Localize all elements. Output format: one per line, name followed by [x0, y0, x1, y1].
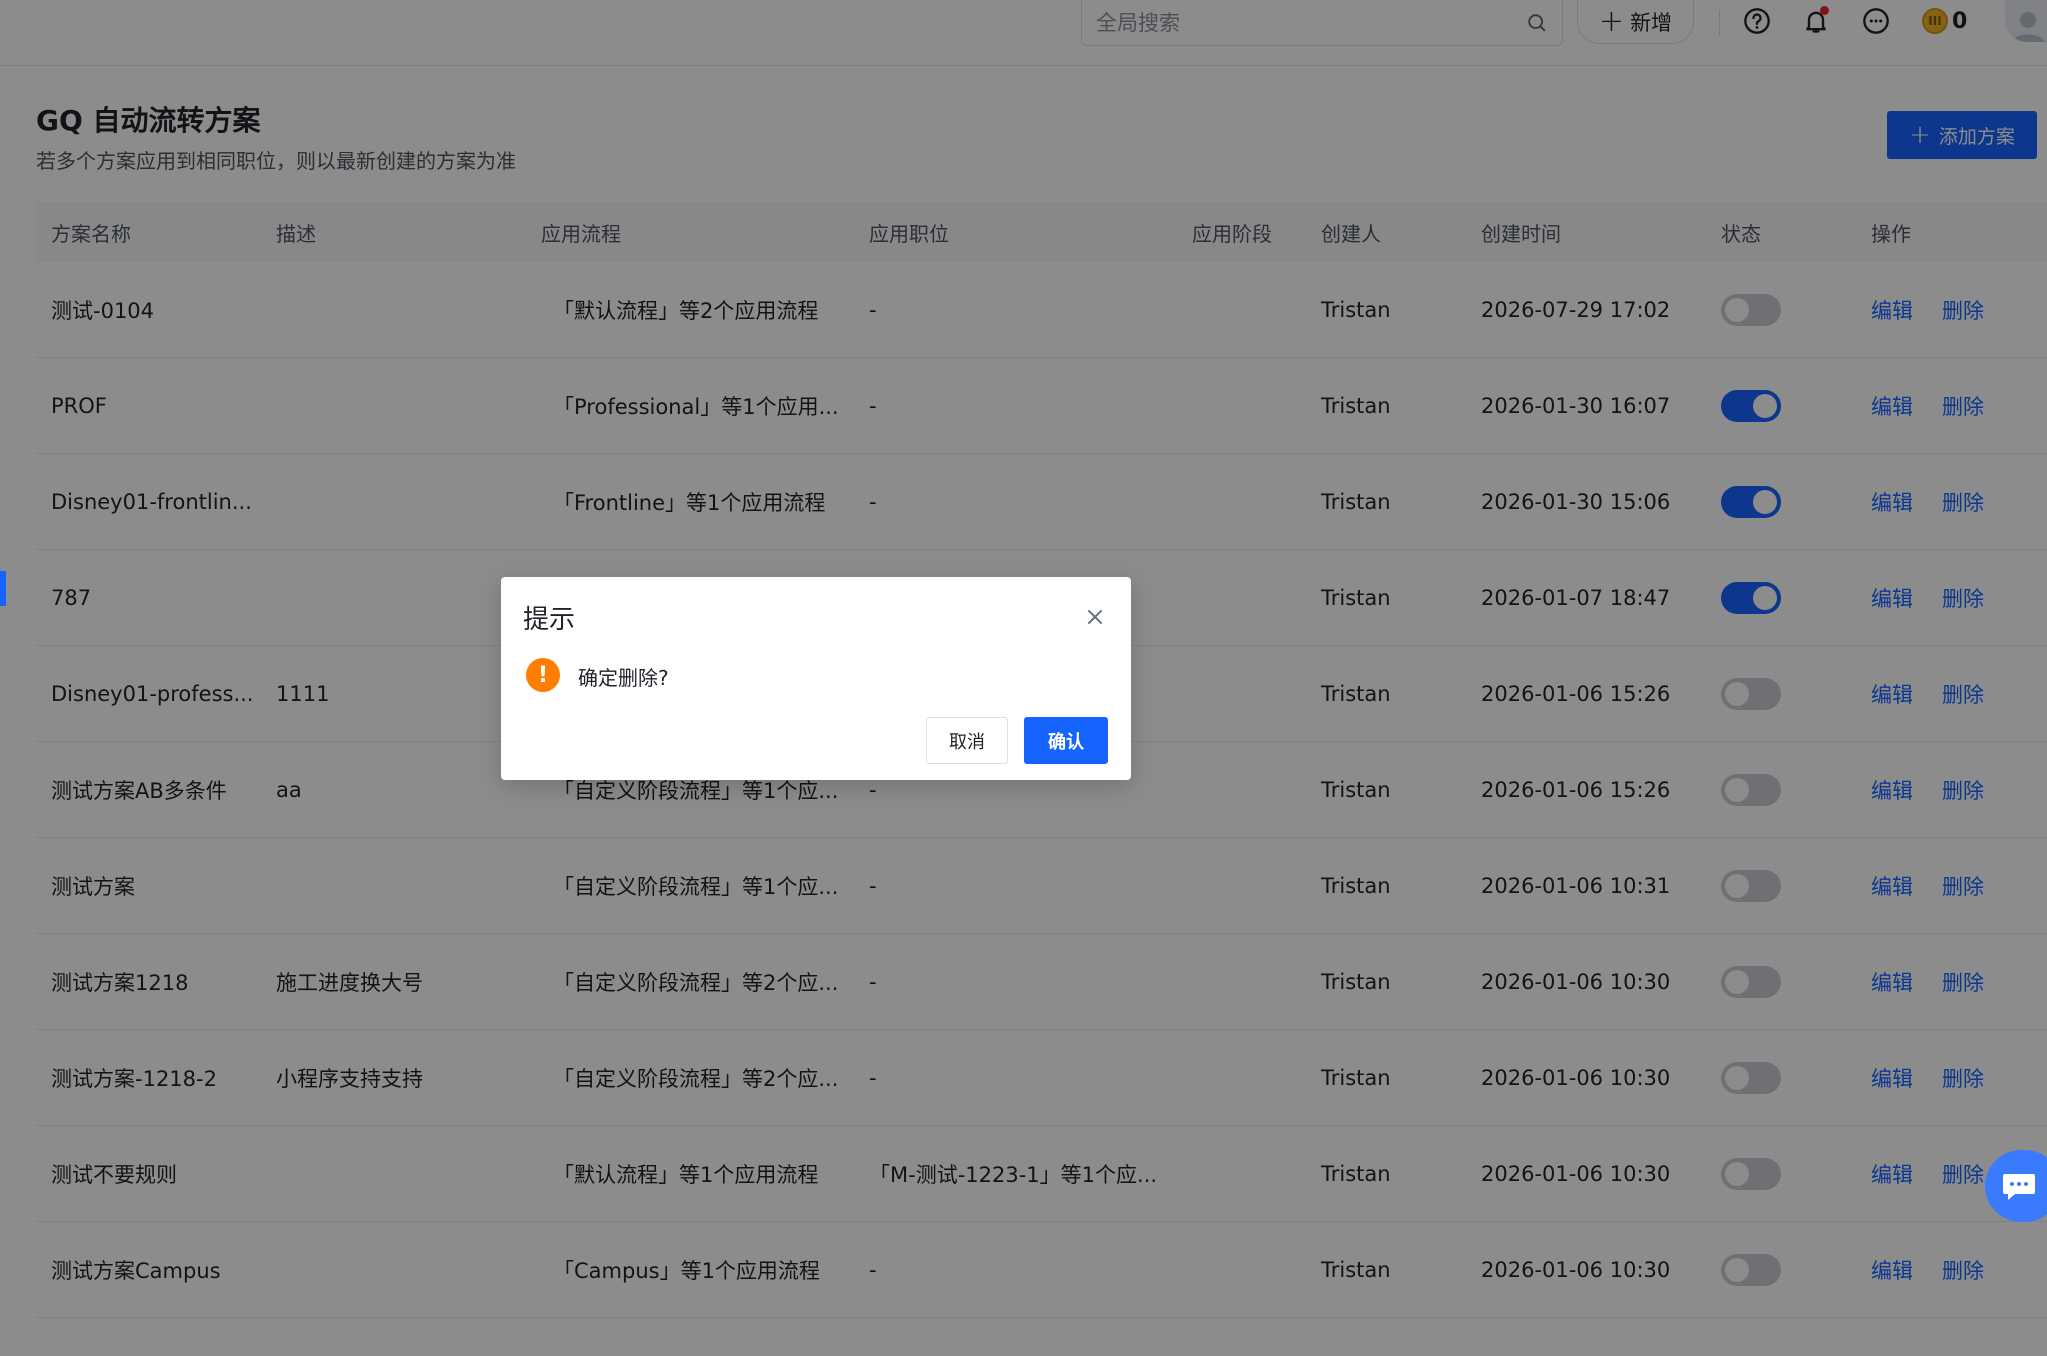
chat-support-button[interactable]	[1985, 1150, 2047, 1222]
chat-icon	[2003, 1174, 2035, 1200]
close-icon[interactable]	[1083, 605, 1107, 629]
warning-icon: !	[526, 658, 560, 692]
dialog-title: 提示	[523, 605, 576, 635]
dialog-message: 确定删除?	[578, 666, 669, 690]
sidebar-active-indicator	[0, 571, 6, 606]
confirm-button[interactable]: 确认	[1024, 717, 1108, 764]
cancel-button[interactable]: 取消	[926, 717, 1008, 764]
confirm-dialog: 提示 ! 确定删除? 取消 确认	[501, 577, 1131, 780]
